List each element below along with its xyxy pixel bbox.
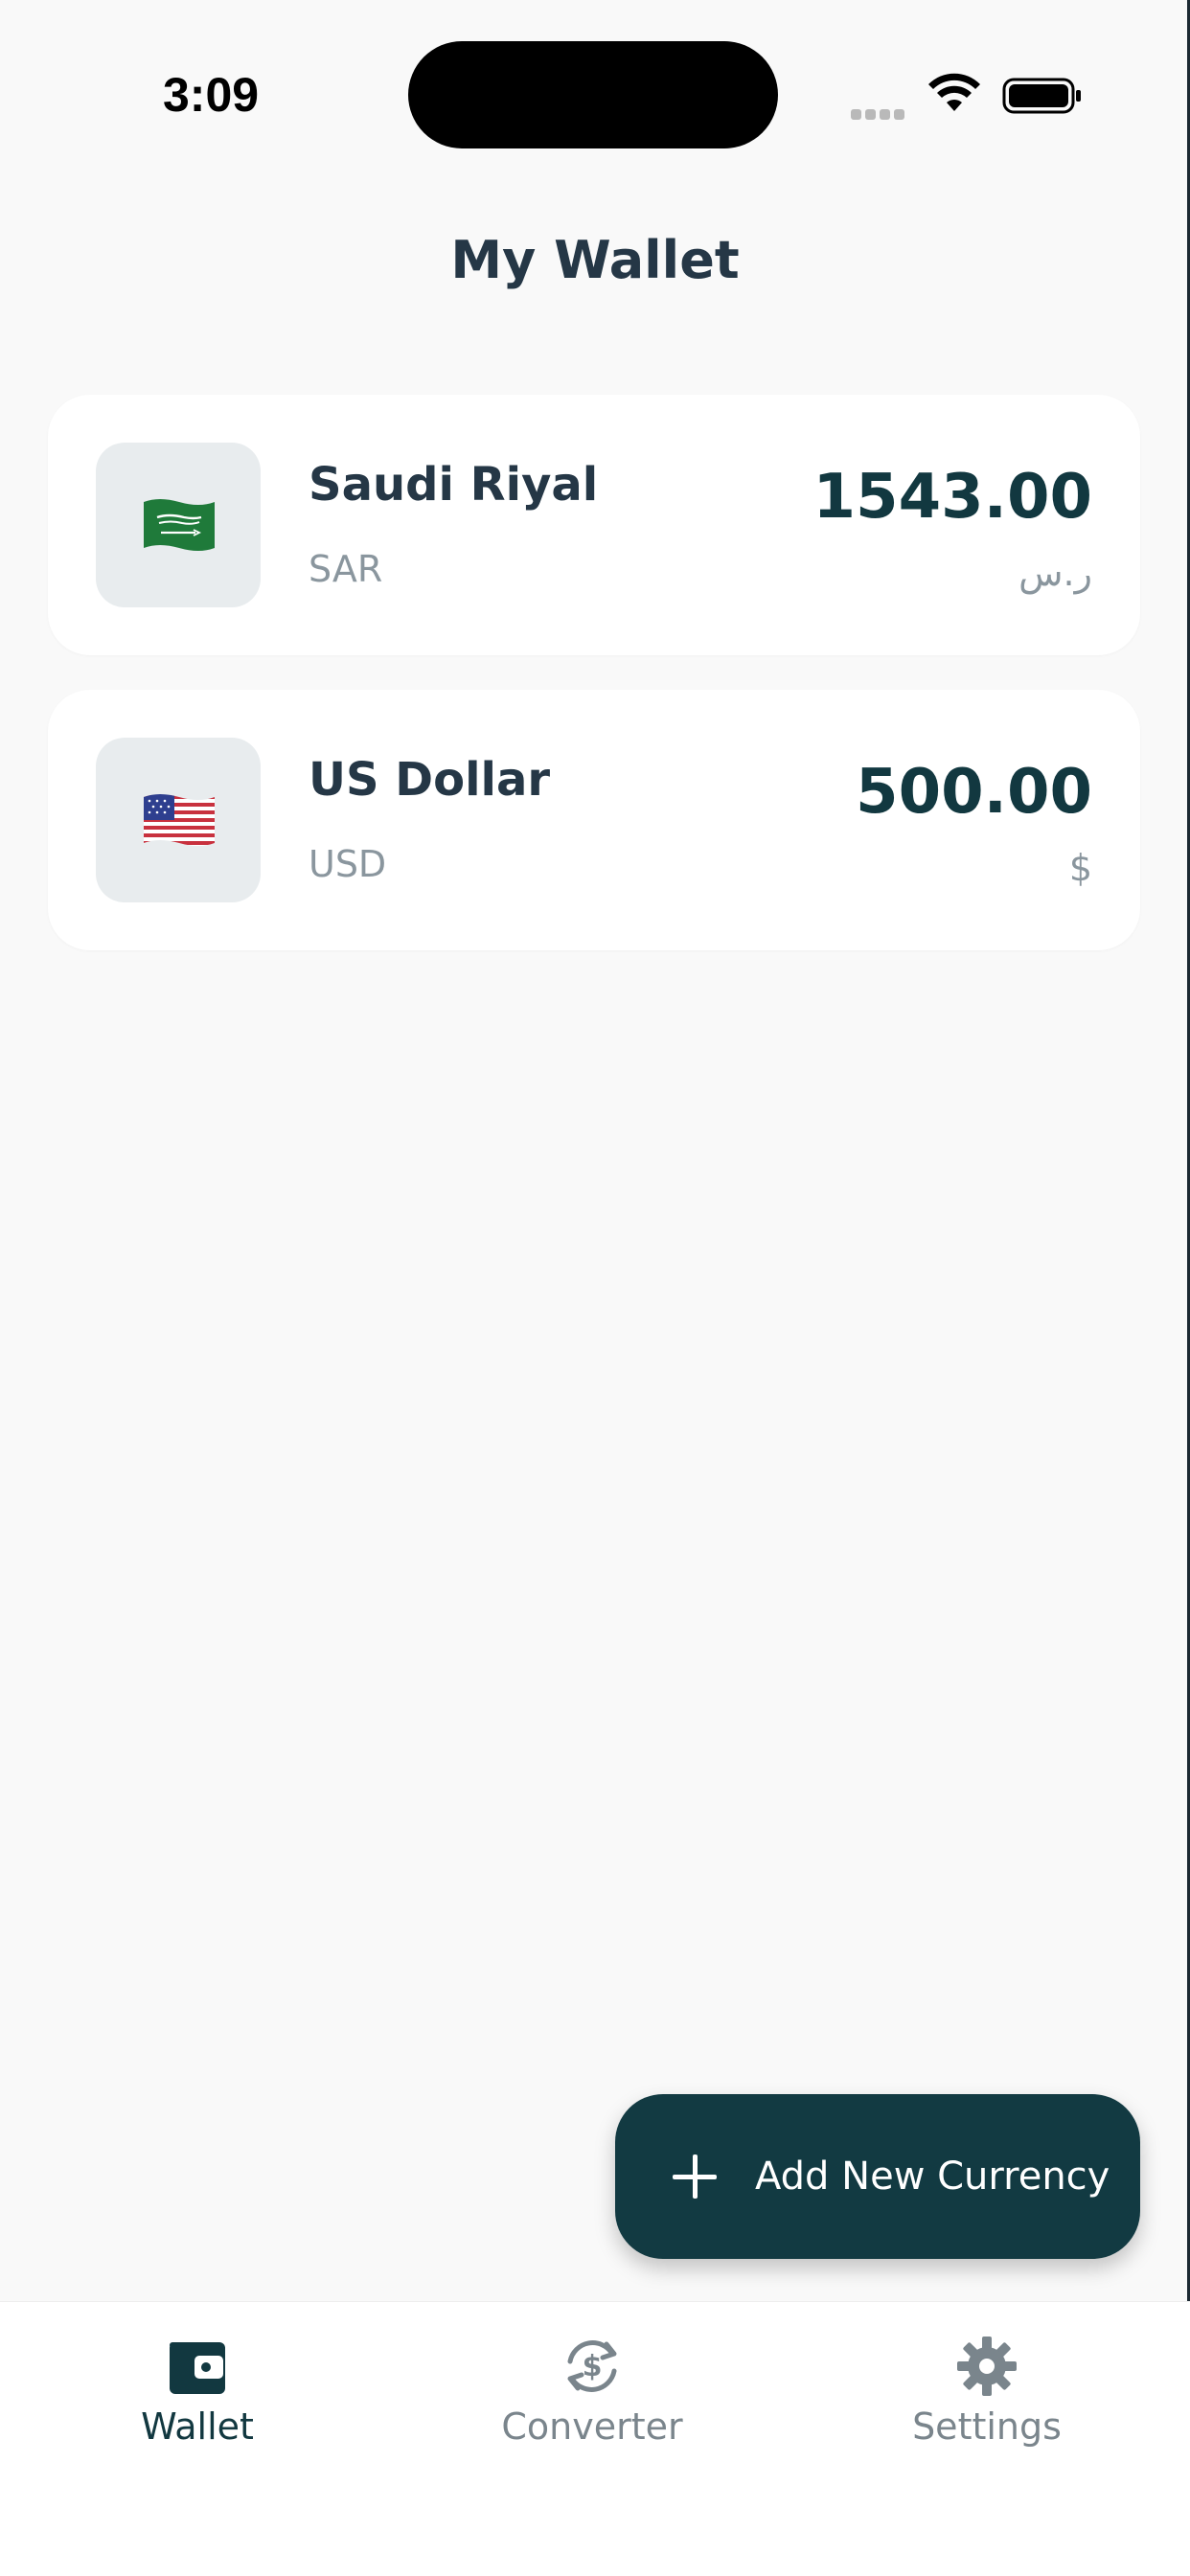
add-new-currency-button[interactable]: Add New Currency <box>615 2094 1140 2259</box>
plus-icon <box>673 2154 717 2199</box>
tab-converter[interactable]: $ Converter <box>448 2302 736 2494</box>
tab-settings-label: Settings <box>912 2405 1062 2448</box>
wifi-icon <box>928 73 980 111</box>
tab-wallet-label: Wallet <box>141 2405 254 2448</box>
flag-container <box>96 443 261 607</box>
status-bar: 3:09 <box>0 0 1190 182</box>
currency-symbol: ر.س <box>1018 552 1092 594</box>
flag-container <box>96 738 261 902</box>
tab-converter-label: Converter <box>501 2405 683 2448</box>
currency-amount: 1543.00 <box>812 462 1093 533</box>
currency-amount: 500.00 <box>856 757 1092 828</box>
currency-exchange-icon: $ <box>567 2340 617 2392</box>
cellular-signal-icon <box>851 105 908 120</box>
dynamic-island <box>408 41 778 148</box>
currency-code: SAR <box>309 548 383 590</box>
tab-wallet[interactable]: Wallet <box>54 2302 341 2494</box>
status-time: 3:09 <box>163 68 260 122</box>
saudi-arabia-flag-icon <box>144 499 215 551</box>
currency-name: Saudi Riyal <box>309 458 599 512</box>
currency-card-usd[interactable]: US Dollar USD 500.00 $ <box>48 690 1140 950</box>
currency-card-sar[interactable]: Saudi Riyal SAR 1543.00 ر.س <box>48 395 1140 655</box>
bottom-tab-bar: Wallet $ Converter Settings <box>0 2301 1190 2576</box>
currency-symbol: $ <box>1068 847 1092 889</box>
tab-settings[interactable]: Settings <box>843 2302 1131 2494</box>
gear-icon <box>957 2337 1017 2396</box>
page-title: My Wallet <box>450 230 740 290</box>
usa-flag-icon <box>144 794 215 846</box>
wallet-icon <box>170 2342 225 2394</box>
add-new-currency-label: Add New Currency <box>755 2154 1110 2199</box>
battery-icon <box>1002 78 1081 114</box>
currency-name: US Dollar <box>309 753 551 807</box>
currency-code: USD <box>309 843 387 885</box>
svg-text:$: $ <box>583 2350 603 2383</box>
